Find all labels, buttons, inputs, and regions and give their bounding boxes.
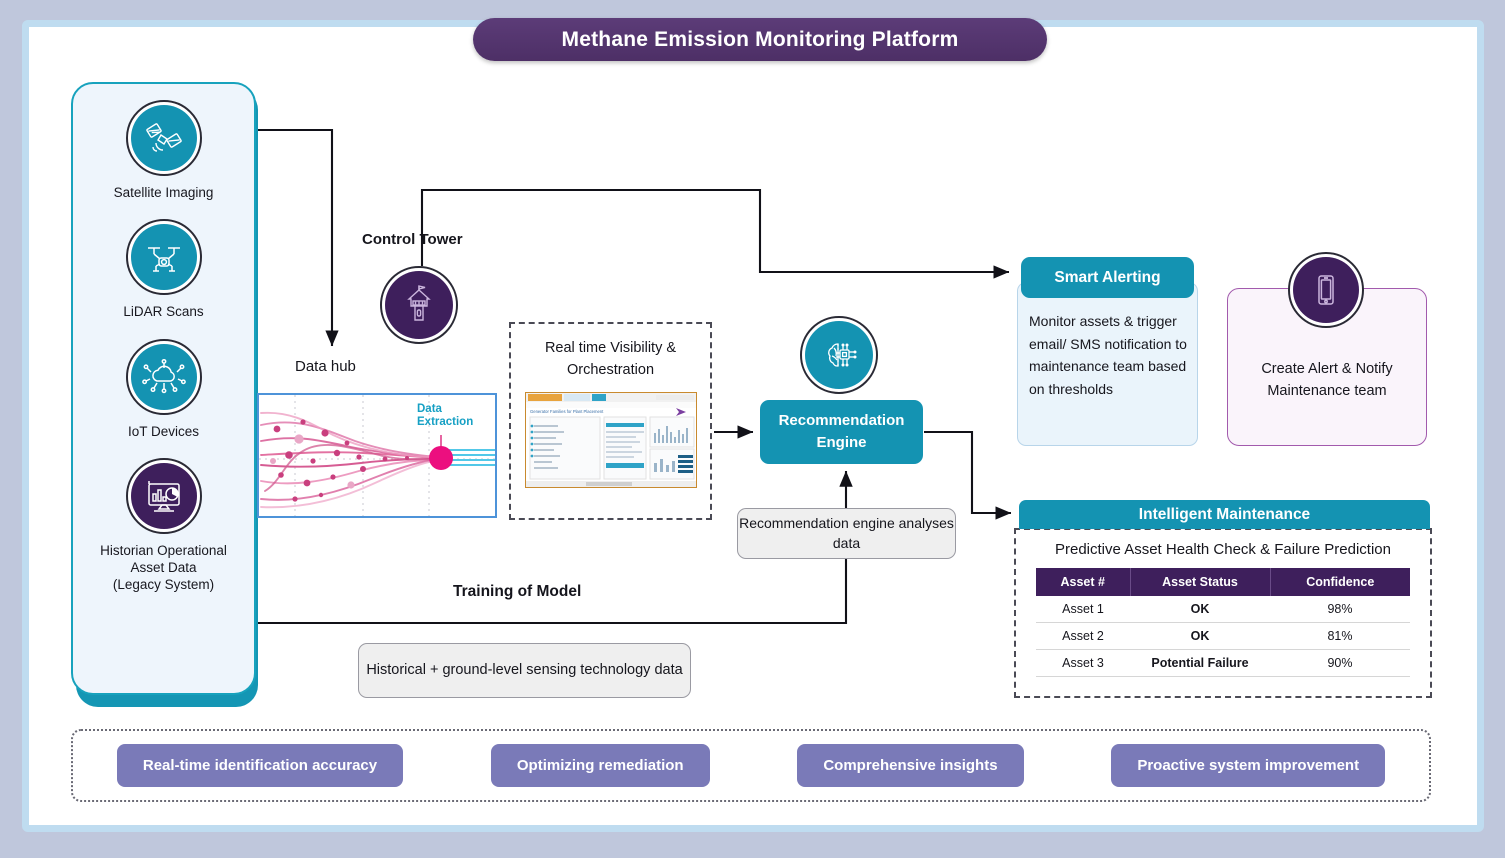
mobile-phone-icon [1293, 257, 1359, 323]
smart-alerting-body: Monitor assets & trigger email/ SMS noti… [1029, 313, 1187, 398]
historical-data-box: Historical + ground-level sensing techno… [358, 643, 691, 698]
status-badge: OK [1130, 622, 1270, 650]
data-sources-panel: Satellite Imaging LiDAR Scans IoT Device… [71, 82, 256, 695]
page-title: Methane Emission Monitoring Platform [473, 18, 1047, 61]
source-label-satellite: Satellite Imaging [113, 185, 214, 200]
satellite-icon [130, 105, 197, 171]
intelligent-maintenance-panel: Predictive Asset Health Check & Failure … [1014, 528, 1432, 698]
table-row[interactable]: Asset 3 Potential Failure 90% [1036, 649, 1410, 677]
cell-confidence: 90% [1270, 649, 1410, 677]
svg-text:Generator Families for Plant P: Generator Families for Plant Placement [530, 409, 604, 414]
intelligent-maintenance-subtitle: Predictive Asset Health Check & Failure … [1055, 541, 1391, 558]
recommendation-engine-note: Recommendation engine analyses data [737, 508, 956, 559]
column-header-asset: Asset # [1036, 568, 1131, 596]
benefit-pill-optimizing-remediation[interactable]: Optimizing remediation [490, 744, 710, 787]
table-row[interactable]: Asset 2 OK 81% [1036, 622, 1410, 650]
source-item-iot[interactable]: IoT Devices [73, 338, 254, 440]
source-item-satellite[interactable]: Satellite Imaging [73, 100, 254, 201]
benefit-pill-realtime-accuracy[interactable]: Real-time identification accuracy [116, 744, 404, 787]
iot-cloud-icon [130, 343, 197, 410]
diagram-canvas: Methane Emission Monitoring Platform Sat… [0, 0, 1505, 858]
data-extraction-label: Data Extraction [417, 403, 474, 429]
real-time-visibility-panel: Real time Visibility & Orchestration Gen… [509, 322, 712, 520]
cell-confidence: 98% [1270, 596, 1410, 623]
control-tower-label: Control Tower [362, 231, 463, 248]
cell-confidence: 81% [1270, 622, 1410, 650]
asset-health-table: Asset # Asset Status Confidence Asset 1 … [1036, 568, 1410, 677]
source-item-lidar[interactable]: LiDAR Scans [73, 219, 254, 320]
table-row[interactable]: Asset 1 OK 98% [1036, 596, 1410, 623]
column-header-confidence: Confidence [1270, 568, 1410, 596]
data-hub-label: Data hub [295, 358, 356, 375]
recommendation-engine-label: Recommendation Engine [778, 412, 905, 451]
dashboard-monitor-icon [130, 462, 197, 529]
drone-icon-ring [125, 219, 202, 296]
source-label-historian: Historian Operational Asset Data (Legacy S… [100, 542, 227, 593]
benefits-bar: Real-time identification accuracy Optimi… [71, 729, 1431, 802]
create-alert-text: Create Alert & Notify Maintenance team [1261, 361, 1393, 399]
source-item-historian[interactable]: Historian Operational Asset Data (Legacy S… [73, 457, 254, 594]
status-badge: Potential Failure [1130, 649, 1270, 677]
mobile-phone-icon-ring [1288, 252, 1364, 328]
iot-cloud-icon-ring [125, 338, 202, 415]
dashboard-screenshot[interactable]: Generator Families for Plant Placement [524, 391, 697, 488]
dashboard-monitor-icon-ring [125, 457, 202, 534]
ai-brain-chip-icon [805, 321, 873, 389]
benefit-pill-comprehensive-insights[interactable]: Comprehensive insights [797, 744, 1024, 787]
benefit-pill-proactive-improvement[interactable]: Proactive system improvement [1111, 744, 1386, 787]
asset-health-table-body: Asset 1 OK 98% Asset 2 OK 81% Asset 3 Po… [1036, 596, 1410, 677]
cell-asset: Asset 3 [1036, 649, 1130, 677]
cell-asset: Asset 2 [1036, 622, 1130, 650]
ai-brain-chip-icon-ring [800, 316, 878, 394]
intelligent-maintenance-header: Intelligent Maintenance [1019, 500, 1430, 529]
training-of-model-label: Training of Model [453, 583, 582, 600]
drone-icon [130, 224, 197, 291]
source-label-lidar: LiDAR Scans [123, 304, 204, 320]
column-header-status: Asset Status [1130, 568, 1271, 596]
table-header-row: Asset # Asset Status Confidence [1036, 568, 1410, 596]
status-badge: OK [1130, 596, 1270, 623]
recommendation-engine-box[interactable]: Recommendation Engine [760, 400, 923, 464]
source-label-iot: IoT Devices [127, 423, 200, 439]
satellite-icon-ring [125, 100, 202, 176]
real-time-visibility-title: Real time Visibility & Orchestration [544, 340, 677, 378]
data-hub-graphic: Data Extraction [257, 393, 497, 518]
control-tower-icon-ring[interactable] [380, 266, 458, 344]
cell-asset: Asset 1 [1036, 596, 1130, 623]
smart-alerting-header: Smart Alerting [1021, 257, 1194, 298]
control-tower-icon [385, 271, 453, 339]
